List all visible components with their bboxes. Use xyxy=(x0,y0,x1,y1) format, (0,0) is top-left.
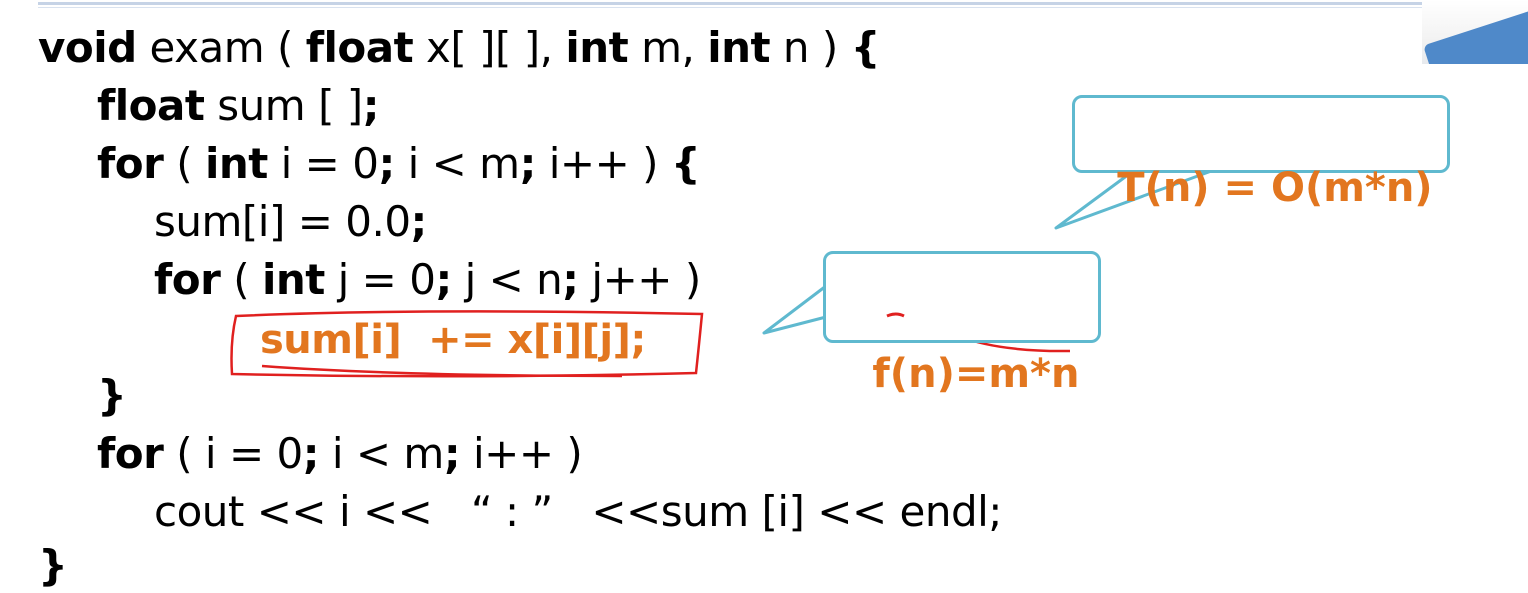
red-mark-n xyxy=(886,312,905,318)
annotation-top-layer xyxy=(886,312,905,318)
